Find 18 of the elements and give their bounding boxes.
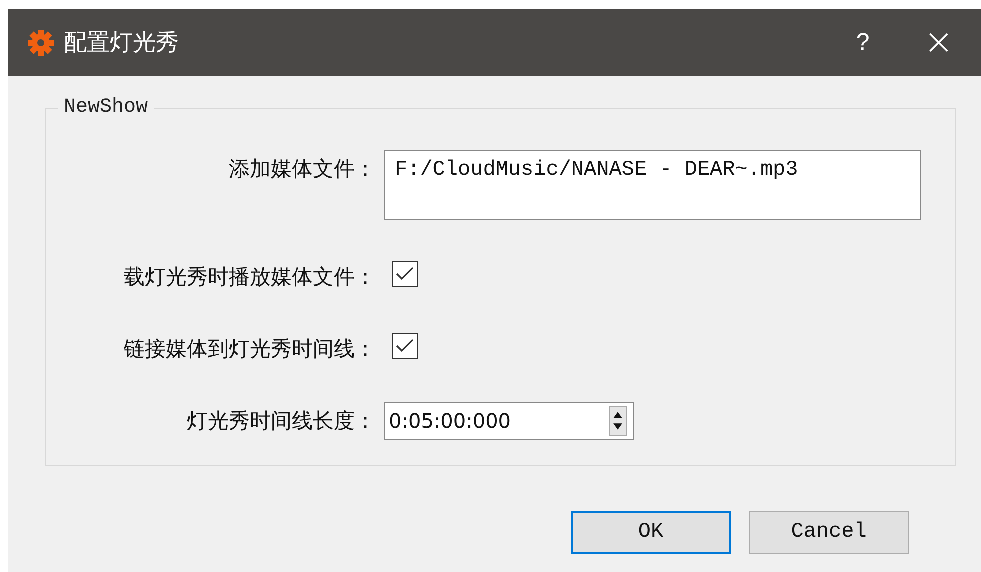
help-button[interactable]: ? [843,28,883,56]
dialog-button[interactable]: OK [571,511,731,554]
check-icon [396,339,414,353]
field-label: 载灯光秀时播放媒体文件： [123,264,376,291]
spin-value: 0:05:00:000 [389,409,512,433]
gear-icon [28,30,54,56]
checkbox[interactable] [392,261,418,287]
field-label: 添加媒体文件： [228,156,376,183]
dialog-button[interactable]: Cancel [749,511,909,554]
field-label: 灯光秀时间线长度： [186,408,376,435]
check-icon [396,267,414,281]
spin-arrows-icon[interactable] [609,406,627,436]
checkbox[interactable] [392,333,418,359]
window-title: 配置灯光秀 [64,29,180,58]
spin-box[interactable]: 0:05:00:000 [384,402,634,440]
file-path-field[interactable]: F:/CloudMusic/NANASE - DEAR~.mp3 [384,150,921,220]
close-button[interactable]: × [919,22,959,63]
field-label: 链接媒体到灯光秀时间线： [123,336,376,363]
